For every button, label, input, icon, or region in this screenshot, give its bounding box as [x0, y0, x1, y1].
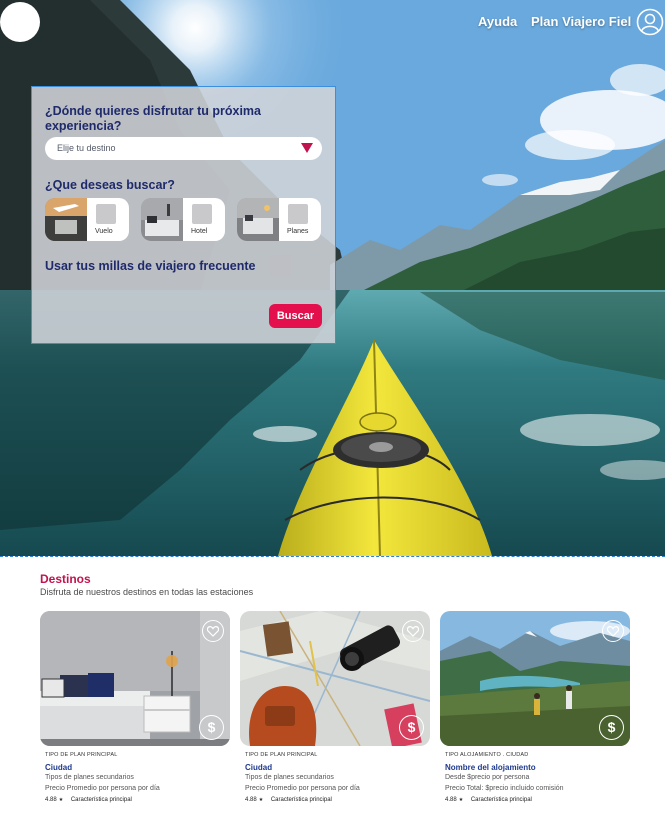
miles-label: Usar tus millas de viajero frecuente — [45, 259, 256, 273]
user-account-icon[interactable] — [636, 8, 664, 36]
miles-checkbox[interactable] — [270, 255, 291, 276]
destination-question: ¿Dónde quieres disfrutar tu próxima expe… — [45, 104, 262, 133]
option-vuelo[interactable]: Vuelo — [45, 198, 129, 241]
star-icon: ★ — [58, 797, 64, 803]
card-name[interactable]: Ciudad — [245, 763, 272, 772]
option-vuelo-label: Vuelo — [95, 228, 113, 235]
option-hotel-checkbox[interactable] — [192, 204, 212, 224]
price-dollar-icon[interactable]: $ — [599, 715, 624, 740]
destinos-title: Destinos — [40, 572, 91, 586]
card-subtitle: Tipos de planes secundarios — [245, 774, 334, 781]
nav-link-plan-viajero-fiel[interactable]: Plan Viajero Fiel — [531, 14, 631, 29]
card-name[interactable]: Ciudad — [45, 763, 72, 772]
plane-thumb-icon — [45, 198, 87, 241]
dropdown-caret-icon — [301, 143, 313, 153]
logo[interactable] — [0, 2, 40, 42]
card-subtitle: Desde $precio por persona — [445, 774, 530, 781]
card-image: $ — [440, 611, 630, 746]
card-image: $ — [240, 611, 430, 746]
room-thumb-icon — [237, 198, 279, 241]
card-feature: Característica principal — [70, 797, 132, 803]
card-name[interactable]: Nombre del alojamiento — [445, 763, 536, 772]
bed-thumb-icon — [141, 198, 183, 241]
card-image: $ — [40, 611, 230, 746]
card-price-text: Precio Total: $precio incluido comisión — [445, 785, 564, 792]
hero-divider — [0, 556, 665, 557]
card-price-text: Precio Promedio por persona por día — [45, 785, 160, 792]
price-dollar-icon[interactable]: $ — [399, 715, 424, 740]
card-rating-row: 4.88 ★ Característica principal — [445, 797, 532, 803]
card-rating-row: 4.88 ★ Característica principal — [245, 797, 332, 803]
card-rating-row: 4.88 ★ Característica principal — [45, 797, 132, 803]
destinos-subtitle: Disfruta de nuestros destinos en todas l… — [40, 587, 254, 597]
nav-link-ayuda[interactable]: Ayuda — [478, 14, 517, 29]
card-type: TIPO ALOJAMIENTO . CIUDAD — [445, 752, 529, 758]
star-icon: ★ — [458, 797, 464, 803]
card-rating: 4.88 — [245, 797, 257, 803]
card-feature: Característica principal — [270, 797, 332, 803]
favorite-heart-icon[interactable] — [202, 620, 224, 642]
destination-select[interactable]: Elije tu destino — [45, 137, 322, 160]
card-type: TIPO DE PLAN PRINCIPAL — [45, 752, 118, 758]
destination-placeholder: Elije tu destino — [57, 143, 116, 153]
star-icon: ★ — [258, 797, 264, 803]
card-price-text: Precio Promedio por persona por día — [245, 785, 360, 792]
destination-card[interactable]: $ TIPO DE PLAN PRINCIPAL Ciudad Tipos de… — [40, 611, 230, 811]
card-feature: Característica principal — [470, 797, 532, 803]
option-hotel[interactable]: Hotel — [141, 198, 225, 241]
search-type-question: ¿Que deseas buscar? — [45, 178, 175, 192]
favorite-heart-icon[interactable] — [602, 620, 624, 642]
card-subtitle: Tipos de planes secundarios — [45, 774, 134, 781]
favorite-heart-icon[interactable] — [402, 620, 424, 642]
card-rating: 4.88 — [45, 797, 57, 803]
price-dollar-icon[interactable]: $ — [199, 715, 224, 740]
option-hotel-label: Hotel — [191, 228, 208, 235]
card-rating: 4.88 — [445, 797, 457, 803]
option-vuelo-checkbox[interactable] — [96, 204, 116, 224]
accommodation-card[interactable]: $ TIPO ALOJAMIENTO . CIUDAD Nombre del a… — [440, 611, 630, 811]
option-planes-label: Planes — [287, 228, 309, 235]
option-planes-checkbox[interactable] — [288, 204, 308, 224]
option-planes[interactable]: Planes — [237, 198, 321, 241]
card-type: TIPO DE PLAN PRINCIPAL — [245, 752, 318, 758]
destination-card[interactable]: $ TIPO DE PLAN PRINCIPAL Ciudad Tipos de… — [240, 611, 430, 811]
search-panel: ¿Dónde quieres disfrutar tu próxima expe… — [31, 86, 336, 344]
search-button[interactable]: Buscar — [269, 304, 322, 328]
